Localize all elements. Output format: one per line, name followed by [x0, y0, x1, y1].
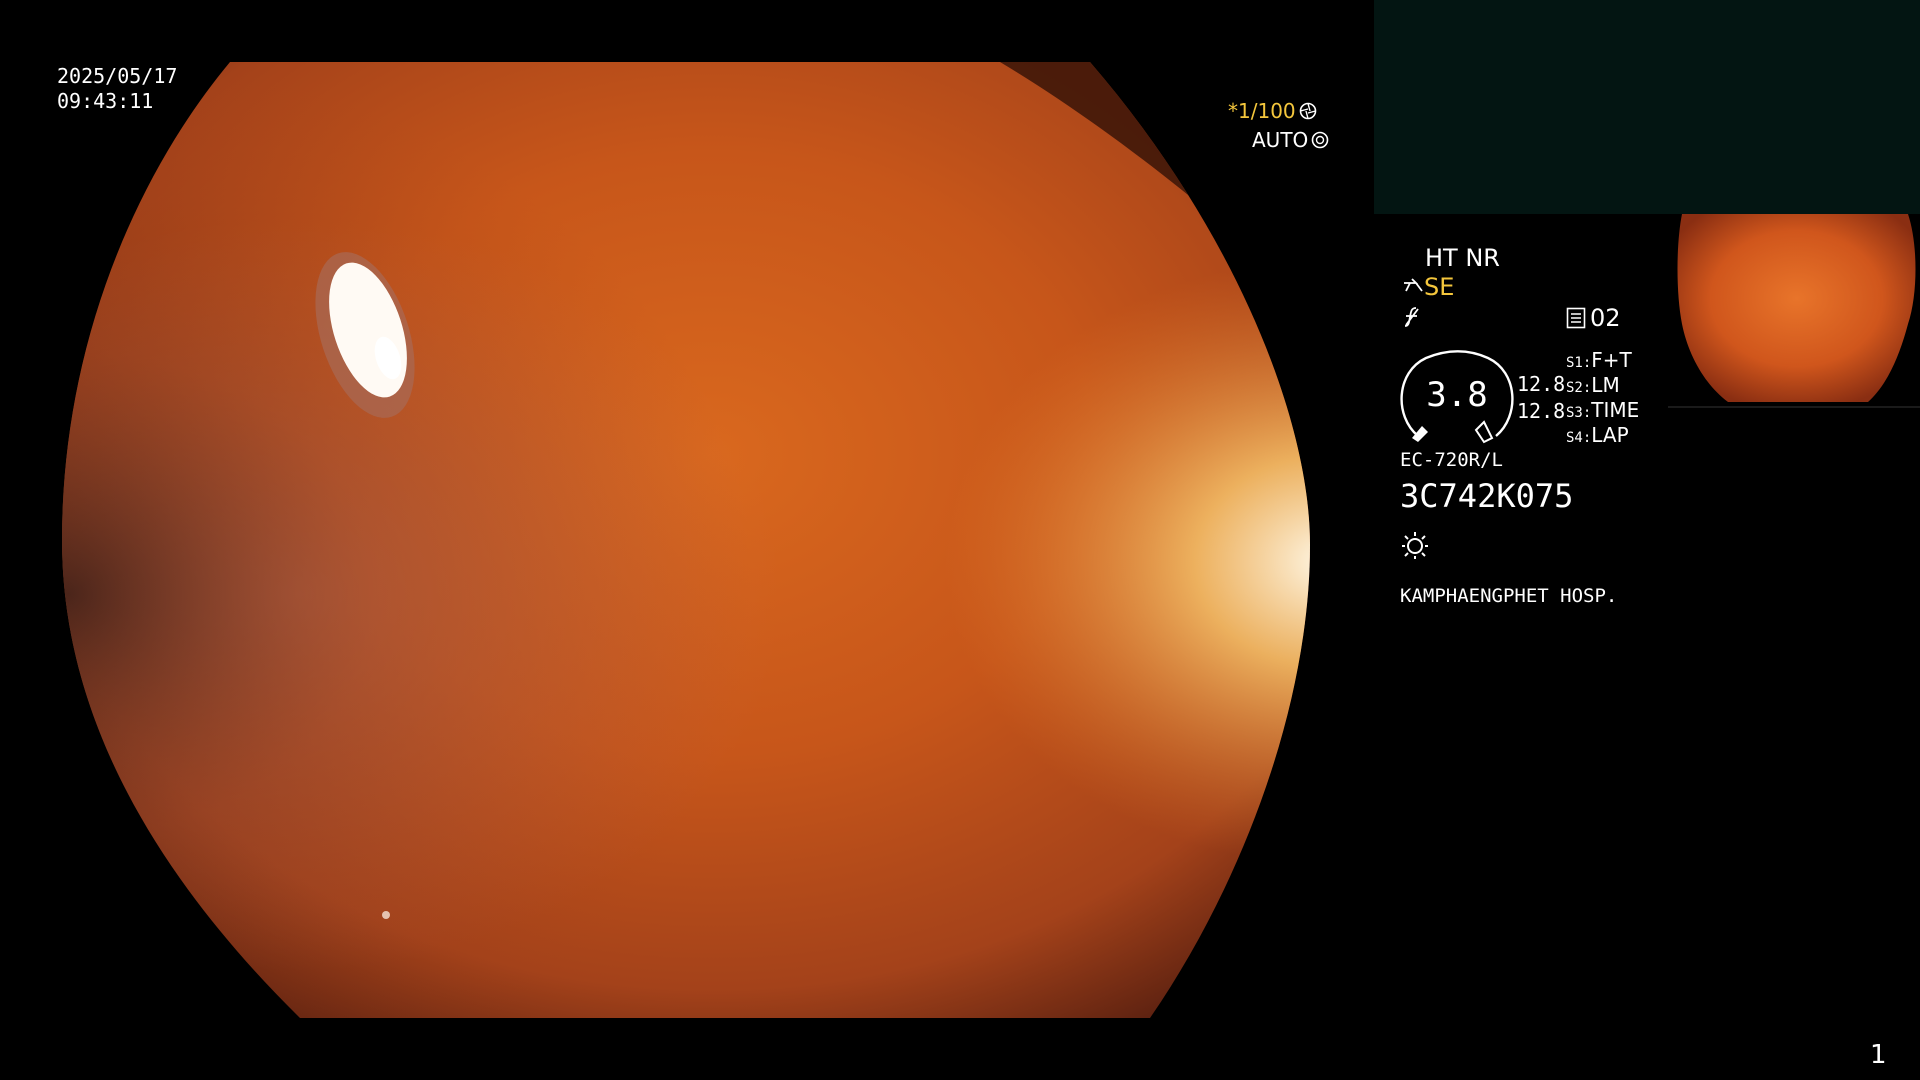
gauge-value: 3.8 — [1426, 375, 1488, 415]
iris-icon — [1311, 131, 1329, 149]
value-a: 12.8 — [1517, 372, 1566, 396]
shutter-value: *1/100 — [1228, 99, 1296, 123]
mode-label: HT NR — [1425, 244, 1500, 272]
page-number: 1 — [1870, 1040, 1887, 1070]
iris-value: AUTO — [1252, 128, 1309, 152]
shutter-speed: *1/100 — [1228, 101, 1317, 121]
switch-assignment-4: S4:LAP — [1566, 425, 1629, 445]
switch-assignment-3: S3:TIME — [1566, 400, 1639, 420]
scope-model: EC-720R/L — [1400, 449, 1503, 471]
switch-key: S4: — [1566, 430, 1592, 446]
switch-assignment-2: S2:LM — [1566, 375, 1620, 395]
freeze-f-icon — [1404, 307, 1419, 327]
value-b: 12.8 — [1517, 399, 1566, 423]
switch-assignment-1: S1:F+T — [1566, 350, 1632, 370]
switch-label: TIME — [1591, 398, 1640, 422]
scope-se-icon — [1404, 278, 1423, 292]
scope-serial: 3C742K075 — [1400, 477, 1574, 515]
memory-icon — [1566, 307, 1586, 329]
iris-mode: AUTO — [1252, 130, 1329, 150]
light-icon — [1402, 532, 1428, 559]
pip-thumbnail — [1668, 214, 1920, 416]
shutter-icon — [1299, 102, 1316, 120]
memory-row: 02 — [1566, 306, 1621, 330]
switch-label: F+T — [1591, 348, 1632, 372]
memory-value: 02 — [1590, 304, 1621, 332]
enhance-row: SE — [1402, 275, 1454, 299]
date-label: 2025/05/17 — [57, 64, 178, 88]
switch-key: S1: — [1566, 355, 1592, 371]
hospital-name: KAMPHAENGPHET HOSP. — [1400, 585, 1618, 607]
enhance-label: SE — [1424, 273, 1455, 301]
endoscope-live-view — [0, 0, 1370, 1080]
pip-top-panel — [1374, 0, 1920, 214]
switch-label: LM — [1591, 373, 1620, 397]
time-label: 09:43:11 — [57, 89, 154, 113]
switch-key: S2: — [1566, 380, 1592, 396]
switch-key: S3: — [1566, 405, 1592, 421]
switch-label: LAP — [1591, 423, 1629, 447]
